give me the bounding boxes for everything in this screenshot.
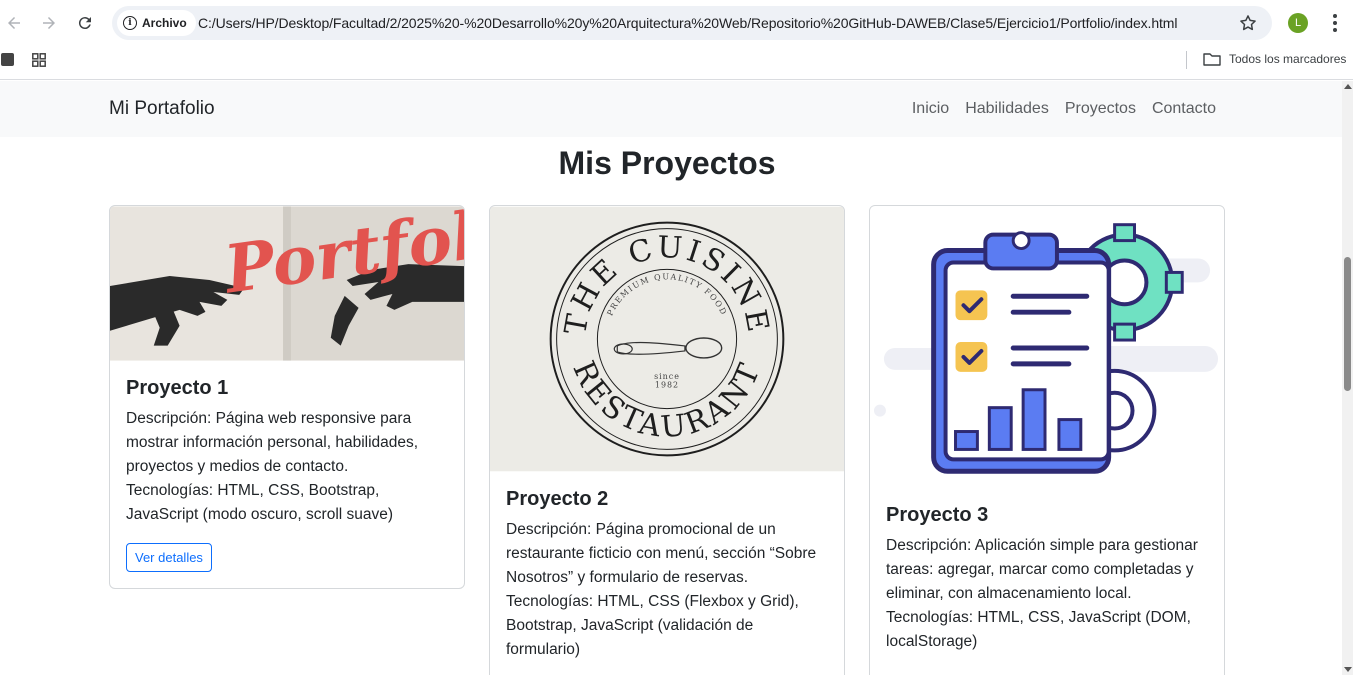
project-3-technologies: Tecnologías: HTML, CSS, JavaScript (DOM,… [886, 609, 1191, 650]
project-3-description: Descripción: Aplicación simple para gest… [886, 537, 1198, 602]
section-title: Mis Proyectos [558, 145, 776, 181]
site-navbar: Mi Portafolio Inicio Habilidades Proyect… [0, 81, 1342, 137]
page-viewport: Mi Portafolio Inicio Habilidades Proyect… [0, 81, 1342, 675]
project-2-technologies: Tecnologías: HTML, CSS (Flexbox y Grid),… [506, 593, 799, 658]
browser-menu-icon[interactable] [1325, 12, 1345, 34]
bookmark-star-icon[interactable] [1238, 13, 1258, 33]
project-card-1-body: Proyecto 1 Descripción: Página web respo… [110, 361, 464, 588]
nav-link-proyectos[interactable]: Proyectos [1065, 100, 1136, 118]
page-scrollbar[interactable] [1342, 81, 1353, 675]
site-chip-label: Archivo [142, 16, 187, 30]
forward-button[interactable] [36, 10, 62, 36]
project-card-3-body: Proyecto 3 Descripción: Aplicación simpl… [870, 488, 1224, 670]
bookmark-app-icon[interactable] [1, 53, 14, 66]
project-1-title: Proyecto 1 [126, 377, 229, 399]
reload-icon [78, 17, 91, 30]
bookmarks-separator [1186, 51, 1187, 69]
arrow-left-icon [8, 17, 20, 29]
scroll-up-arrow-icon[interactable] [1344, 84, 1352, 89]
project-1-technologies: Tecnologías: HTML, CSS, Bootstrap, JavaS… [126, 482, 394, 523]
project-2-image: THE CUISINE RESTAURANT PREMIUM QUALITY F… [490, 206, 844, 472]
project-2-title: Proyecto 2 [506, 488, 609, 510]
project-card-3: Proyecto 3 Descripción: Aplicación simpl… [869, 205, 1225, 675]
project-1-description: Descripción: Página web responsive para … [126, 410, 419, 475]
navbar-brand[interactable]: Mi Portafolio [109, 98, 215, 120]
project-1-image: Portfolio [110, 206, 464, 361]
browser-chrome: i Archivo C:/Users/HP/Desktop/Facultad/2… [0, 0, 1353, 80]
url-text[interactable]: C:/Users/HP/Desktop/Facultad/2/2025%20-%… [198, 15, 1177, 31]
apps-grid-icon[interactable] [32, 53, 46, 67]
reload-button[interactable] [72, 10, 98, 36]
project-card-1: Portfolio Proyecto 1 Descripción: Página… [109, 205, 465, 589]
project-3-title: Proyecto 3 [886, 504, 989, 526]
scrollbar-thumb[interactable] [1344, 257, 1351, 391]
back-button[interactable] [1, 10, 27, 36]
arrow-right-icon [43, 17, 55, 29]
nav-link-contacto[interactable]: Contacto [1152, 100, 1216, 118]
folder-icon [1203, 53, 1221, 66]
project-3-image [870, 206, 1224, 488]
address-bar[interactable]: i Archivo C:/Users/HP/Desktop/Facultad/2… [112, 6, 1272, 40]
profile-avatar[interactable]: L [1288, 13, 1308, 33]
scroll-down-arrow-icon[interactable] [1344, 667, 1352, 672]
navbar-links: Inicio Habilidades Proyectos Contacto [912, 100, 1216, 118]
all-bookmarks-label: Todos los marcadores [1229, 52, 1347, 66]
info-icon: i [123, 16, 137, 30]
project-2-logo-since: since [654, 372, 680, 381]
all-bookmarks-folder[interactable]: Todos los marcadores [1203, 52, 1346, 66]
project-card-2-body: Proyecto 2 Descripción: Página promocion… [490, 472, 844, 675]
clipboard-icon [931, 231, 1112, 474]
project-1-details-button[interactable]: Ver detalles [126, 543, 212, 572]
nav-link-habilidades[interactable]: Habilidades [965, 100, 1049, 118]
project-card-2: THE CUISINE RESTAURANT PREMIUM QUALITY F… [489, 205, 845, 675]
site-info-chip[interactable]: i Archivo [117, 10, 196, 36]
nav-link-inicio[interactable]: Inicio [912, 100, 949, 118]
project-2-logo-year: 1982 [655, 381, 679, 390]
project-2-description: Descripción: Página promocional de un re… [506, 521, 817, 586]
